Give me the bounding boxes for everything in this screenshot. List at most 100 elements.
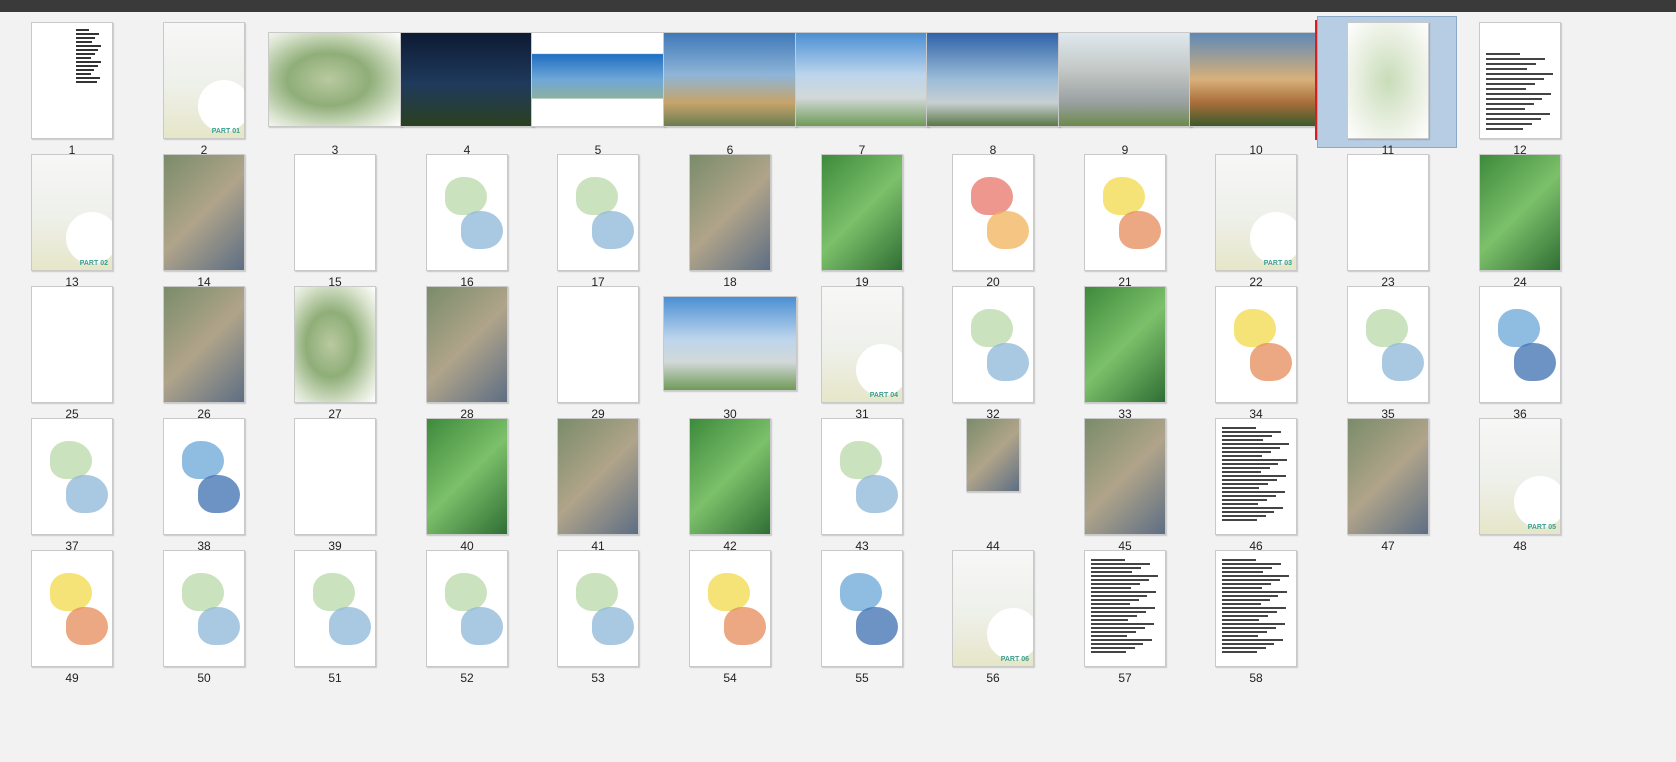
map-region [1250,343,1292,381]
page-thumbnail-32[interactable]: 32 [922,280,1062,421]
page-thumbnail-52[interactable]: 52 [396,544,536,685]
page-thumbnail-40[interactable]: 40 [396,412,536,553]
page-preview-image [1215,286,1297,403]
page-thumbnail-8[interactable]: 8 [922,16,1062,157]
page-thumbnail-29[interactable]: 29 [527,280,667,421]
page-thumbnail-11[interactable]: 11 [1315,16,1457,157]
page-preview-image [689,418,771,535]
page-thumbnail-48[interactable]: PART 05 48 [1449,412,1589,553]
page-thumbnail-53[interactable]: 53 [527,544,667,685]
map-region [198,607,240,645]
page-preview-image [1215,550,1297,667]
page-thumbnail-18[interactable]: 18 [659,148,799,289]
page-thumbnail-33[interactable]: 33 [1054,280,1194,421]
page-thumbnail-5[interactable]: 5 [527,16,667,157]
page-thumbnail-7[interactable]: 7 [791,16,931,157]
page-thumbnail-10[interactable]: 10 [1185,16,1325,157]
page-preview-image [689,154,771,271]
page-number-label: 49 [65,671,79,685]
page-preview-image [966,418,1020,492]
page-thumbnail-24[interactable]: 24 [1449,148,1589,289]
map-region [445,573,487,611]
page-preview-image [926,32,1060,127]
page-thumbnail-34[interactable]: 34 [1185,280,1325,421]
page-thumbnail-39[interactable]: 39 [264,412,404,553]
map-region [182,441,224,479]
page-thumbnail-38[interactable]: 38 [133,412,273,553]
page-preview-image [557,154,639,271]
page-thumbnail-31[interactable]: PART 04 31 [791,280,931,421]
page-thumbnail-23[interactable]: 23 [1317,148,1457,289]
page-thumbnail-19[interactable]: 19 [791,148,931,289]
page-thumbnail-12[interactable]: 12 [1449,16,1589,157]
page-preview-image: PART 04 [821,286,903,403]
page-thumbnail-20[interactable]: 20 [922,148,1062,289]
map-region [1234,309,1276,347]
page-preview-image [1084,286,1166,403]
page-thumbnail-15[interactable]: 15 [264,148,404,289]
page-preview-image [663,296,797,391]
page-preview-image [557,286,639,403]
page-thumbnail-55[interactable]: 55 [791,544,931,685]
page-thumbnail-28[interactable]: 28 [396,280,536,421]
page-thumbnail-27[interactable]: 27 [264,280,404,421]
page-thumbnail-grid[interactable]: 1 PART 01 2 3 4 5 6 7 8 9 10 11 12 PART 02 13 14 15 16 17 1… [0,12,1676,762]
page-preview-image [1479,22,1561,139]
page-thumbnail-44[interactable]: 44 [922,412,1062,553]
page-preview-image: PART 05 [1479,418,1561,535]
page-thumbnail-26[interactable]: 26 [133,280,273,421]
page-thumbnail-6[interactable]: 6 [659,16,799,157]
page-preview-image [1084,550,1166,667]
page-preview-image [294,418,376,535]
page-number-label: 56 [986,671,1000,685]
page-preview-image [1084,418,1166,535]
page-thumbnail-50[interactable]: 50 [133,544,273,685]
page-thumbnail-37[interactable]: 37 [1,412,141,553]
page-thumbnail-42[interactable]: 42 [659,412,799,553]
page-thumbnail-17[interactable]: 17 [527,148,667,289]
page-preview-image [1084,154,1166,271]
page-thumbnail-54[interactable]: 54 [659,544,799,685]
page-thumbnail-22[interactable]: PART 03 22 [1185,148,1325,289]
page-thumbnail-36[interactable]: 36 [1449,280,1589,421]
page-preview-image [952,154,1034,271]
page-thumbnail-25[interactable]: 25 [1,280,141,421]
page-thumbnail-2[interactable]: PART 01 2 [133,16,273,157]
map-region [592,211,634,249]
page-thumbnail-1[interactable]: 1 [1,16,141,157]
page-thumbnail-21[interactable]: 21 [1054,148,1194,289]
page-thumbnail-46[interactable]: 46 [1185,412,1325,553]
page-preview-image [163,418,245,535]
page-thumbnail-58[interactable]: 58 [1185,544,1325,685]
map-region [50,573,92,611]
page-thumbnail-41[interactable]: 41 [527,412,667,553]
page-thumbnail-16[interactable]: 16 [396,148,536,289]
part-tag: PART 01 [211,128,240,135]
map-region [461,211,503,249]
map-region [576,573,618,611]
map-region [856,607,898,645]
page-preview-image [31,550,113,667]
page-thumbnail-4[interactable]: 4 [396,16,536,157]
page-thumbnail-3[interactable]: 3 [264,16,404,157]
page-thumbnail-51[interactable]: 51 [264,544,404,685]
page-thumbnail-14[interactable]: 14 [133,148,273,289]
page-thumbnail-30[interactable]: 30 [659,280,799,421]
part-tag: PART 06 [1000,656,1029,663]
page-preview-image [1189,32,1323,127]
page-thumbnail-57[interactable]: 57 [1054,544,1194,685]
part-tag: PART 03 [1263,260,1292,267]
page-thumbnail-35[interactable]: 35 [1317,280,1457,421]
page-thumbnail-43[interactable]: 43 [791,412,931,553]
page-preview-image [952,286,1034,403]
page-preview-image [1347,286,1429,403]
page-thumbnail-45[interactable]: 45 [1054,412,1194,553]
page-thumbnail-47[interactable]: 47 [1317,412,1457,553]
page-thumbnail-13[interactable]: PART 02 13 [1,148,141,289]
page-thumbnail-56[interactable]: PART 06 56 [922,544,1062,685]
map-region [840,573,882,611]
page-thumbnail-9[interactable]: 9 [1054,16,1194,157]
map-region [708,573,750,611]
page-thumbnail-49[interactable]: 49 [1,544,141,685]
map-region [182,573,224,611]
